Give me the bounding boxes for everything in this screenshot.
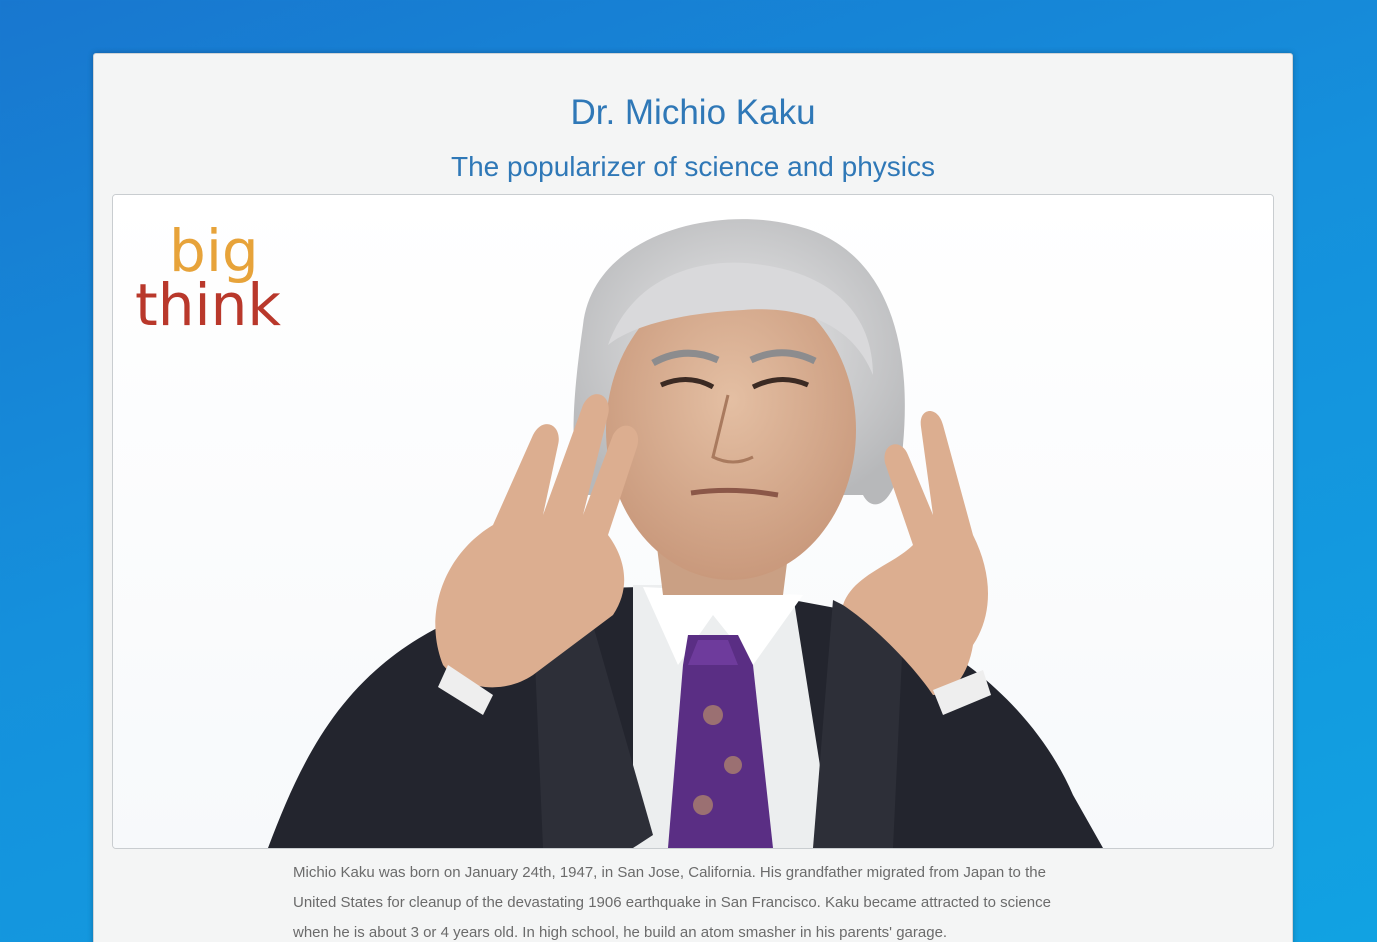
bio-paragraph: Michio Kaku was born on January 24th, 19… (293, 864, 1051, 941)
svg-text:think: think (135, 271, 281, 339)
portrait-photo-icon: big think (113, 195, 1273, 848)
page-title: Dr. Michio Kaku (570, 93, 816, 132)
page-subtitle: The popularizer of science and physics (450, 151, 936, 182)
tribute-card: Dr. Michio Kaku The popularizer of scien… (93, 53, 1293, 942)
portrait-image: big think (112, 194, 1274, 849)
